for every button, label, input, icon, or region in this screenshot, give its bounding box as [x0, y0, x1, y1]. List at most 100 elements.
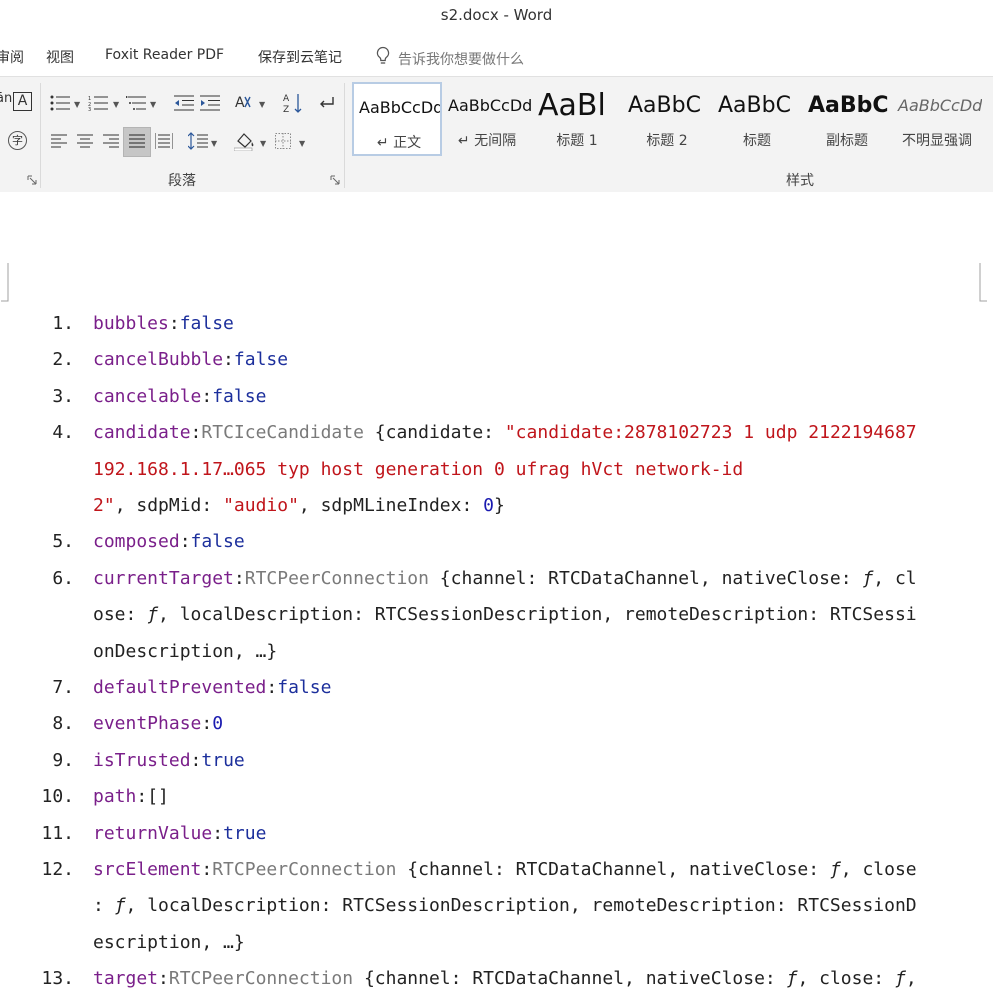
align-right-icon[interactable]: [103, 134, 119, 148]
line-text: eventPhase:0: [93, 713, 223, 734]
code-token: :: [190, 749, 202, 771]
chevron-down-icon[interactable]: ▼: [260, 139, 266, 148]
chevron-down-icon[interactable]: ▼: [259, 100, 265, 109]
align-left-icon[interactable]: [51, 134, 67, 148]
group-separator: [40, 83, 41, 188]
document-page[interactable]: 1. bubbles:false 2. cancelBubble:false 3. can…: [0, 192, 993, 1006]
code-line: 6. currentTarget:RTCPeerConnection {chann…: [0, 568, 993, 604]
tell-me-search[interactable]: 告诉我你想要做什么: [398, 49, 524, 69]
line-text: isTrusted:true: [93, 750, 245, 771]
numbering-icon[interactable]: 123: [88, 95, 108, 111]
code-token: :: [93, 895, 115, 917]
style-subtle-emphasis[interactable]: AaBbCcDd 不明显强调: [892, 82, 982, 156]
line-text: srcElement:RTCPeerConnection {channel: R…: [93, 859, 917, 880]
line-text: bubbles:false: [93, 313, 234, 334]
decrease-indent-icon[interactable]: [174, 95, 194, 111]
code-token: , close:: [797, 968, 895, 990]
code-token: , close: [840, 859, 917, 880]
style-title[interactable]: AaBbC 标题: [712, 82, 802, 156]
code-line: 3. cancelable:false: [0, 386, 993, 422]
multilevel-list-icon[interactable]: [126, 95, 146, 111]
enclose-characters-icon[interactable]: 字: [8, 131, 27, 150]
code-token: RTCPeerConnection: [244, 567, 429, 589]
line-spacing-icon[interactable]: [188, 132, 208, 150]
code-token: false: [212, 385, 267, 407]
justify-icon[interactable]: [129, 134, 145, 148]
code-line: escription, …}: [0, 932, 993, 968]
shading-icon[interactable]: [234, 131, 256, 151]
code-token: :: [233, 567, 245, 589]
line-number: 12.: [41, 859, 74, 880]
line-text: cancelBubble:false: [93, 349, 288, 370]
code-token: :: [201, 713, 213, 735]
chevron-down-icon[interactable]: ▼: [113, 100, 119, 109]
line-number: 11.: [41, 822, 74, 844]
code-token: :: [179, 531, 191, 553]
code-line: 7. defaultPrevented:false: [0, 677, 993, 713]
borders-icon[interactable]: [275, 133, 291, 149]
phonetic-guide-icon[interactable]: ān: [0, 91, 12, 106]
code-token: target: [93, 968, 159, 990]
chevron-down-icon[interactable]: ▼: [150, 100, 156, 109]
line-text: path:[]: [93, 786, 169, 807]
code-line: 2", sdpMid: "audio", sdpMLineIndex: 0}: [0, 495, 993, 531]
code-token: false: [233, 349, 289, 371]
style-no-spacing[interactable]: AaBbCcDd ↵ 无间隔: [442, 82, 532, 156]
line-number: 10.: [41, 786, 74, 808]
chinese-layout-icon[interactable]: A: [235, 94, 257, 112]
code-token: RTCPeerConnection: [168, 968, 354, 990]
code-token: 0: [483, 495, 494, 516]
line-number: 1.: [52, 313, 74, 334]
code-token: defaultPrevented: [93, 677, 267, 698]
tab-view[interactable]: 视图: [46, 47, 74, 67]
code-token: {channel: RTCDataChannel, nativeClose:: [428, 567, 863, 589]
paragraph-dialog-launcher-icon[interactable]: [330, 175, 340, 185]
line-text: target:RTCPeerConnection {channel: RTCDa…: [93, 968, 917, 989]
style-name: 标题 2: [646, 133, 688, 149]
code-token: true: [201, 749, 245, 771]
tab-save-to-cloud-note[interactable]: 保存到云笔记: [258, 47, 342, 67]
code-token: eventPhase: [93, 713, 202, 735]
style-sample: AaBbCcDd: [359, 98, 442, 117]
bullets-icon[interactable]: [50, 95, 70, 111]
style-sample: AaBbC: [718, 93, 791, 118]
line-text: 2", sdpMid: "audio", sdpMLineIndex: 0}: [93, 495, 505, 516]
line-text: onDescription, …}: [93, 641, 277, 662]
lightbulb-icon[interactable]: [375, 46, 391, 66]
line-text: ose: ƒ, localDescription: RTCSessionDesc…: [93, 604, 917, 625]
code-token: ose:: [93, 604, 148, 626]
sort-icon[interactable]: A Z: [283, 92, 303, 114]
code-line: onDescription, …}: [0, 641, 993, 677]
distributed-icon[interactable]: [155, 133, 173, 149]
code-token: "audio": [223, 495, 299, 516]
chevron-down-icon[interactable]: ▼: [211, 139, 217, 148]
tab-foxit-reader-pdf[interactable]: Foxit Reader PDF: [105, 47, 224, 63]
style-name: ↵ 无间隔: [457, 133, 517, 149]
chevron-down-icon[interactable]: ▼: [299, 139, 305, 148]
style-sample: AaBbCcDd: [898, 96, 982, 115]
chevron-down-icon[interactable]: ▼: [74, 100, 80, 109]
tab-review[interactable]: 审阅: [0, 47, 24, 67]
line-text: composed:false: [93, 531, 245, 552]
style-heading-1[interactable]: AaBl 标题 1: [532, 82, 622, 156]
style-subtitle[interactable]: AaBbC 副标题: [802, 82, 892, 156]
show-marks-icon[interactable]: [317, 95, 335, 111]
code-line: 9. isTrusted:true: [0, 750, 993, 786]
line-number: 5.: [52, 531, 74, 553]
style-normal[interactable]: AaBbCcDd ↵ 正文: [352, 82, 442, 156]
line-text: escription, …}: [93, 932, 245, 953]
svg-text:A: A: [283, 94, 290, 104]
code-token: , sdpMLineIndex:: [298, 495, 484, 516]
code-token: returnValue: [93, 822, 213, 844]
increase-indent-icon[interactable]: [200, 95, 220, 111]
style-name: 不明显强调: [902, 133, 972, 149]
code-token: ƒ: [147, 604, 159, 626]
code-token: false: [190, 531, 245, 553]
code-line: 2. cancelBubble:false: [0, 349, 993, 385]
font-dialog-launcher-icon[interactable]: [27, 175, 37, 185]
line-number: 4.: [52, 422, 74, 444]
style-heading-2[interactable]: AaBbC 标题 2: [622, 82, 712, 156]
code-line: 8. eventPhase:0: [0, 713, 993, 749]
character-border-icon[interactable]: A: [13, 92, 32, 111]
center-icon[interactable]: [77, 134, 93, 148]
